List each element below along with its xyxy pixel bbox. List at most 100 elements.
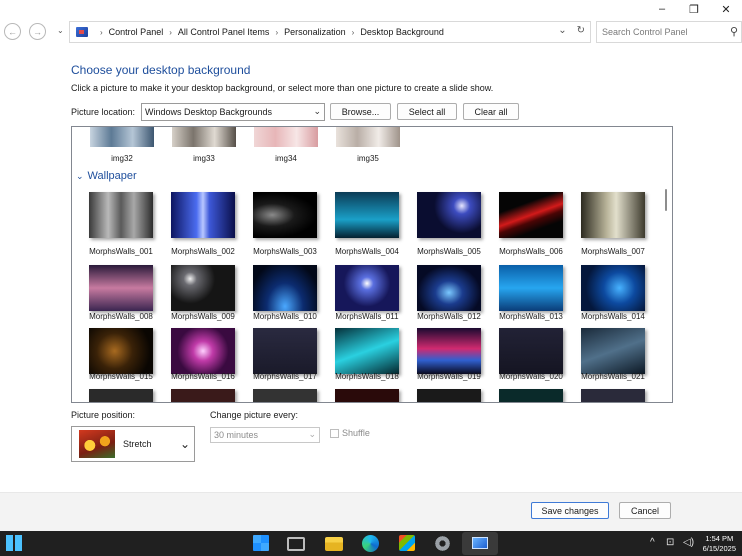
thumbnail-wallpaper[interactable]	[89, 389, 153, 402]
thumbnail-wallpaper[interactable]	[581, 265, 645, 311]
search-input[interactable]: Search Control Panel ⚲	[596, 21, 742, 43]
thumbnail-img34[interactable]	[254, 127, 318, 147]
close-button[interactable]: ✕	[710, 0, 742, 18]
chevron-down-icon: ⌄	[313, 106, 321, 116]
save-changes-button[interactable]: Save changes	[531, 502, 609, 519]
page-subtitle: Click a picture to make it your desktop …	[71, 83, 494, 93]
clock-time: 1:54 PM	[705, 534, 734, 543]
widgets-icon[interactable]	[6, 535, 22, 551]
thumbnail-label: MorphsWalls_004	[335, 247, 399, 256]
thumbnail-wallpaper[interactable]	[171, 328, 235, 374]
back-button[interactable]: ←	[4, 23, 21, 40]
flower-preview-icon	[79, 430, 115, 458]
chevron-down-icon: ⌄	[179, 437, 190, 451]
store-icon[interactable]	[399, 535, 415, 551]
thumbnail-wallpaper[interactable]	[171, 389, 235, 402]
thumbnail-wallpaper[interactable]	[253, 265, 317, 311]
change-interval-select[interactable]: 30 minutes ⌄	[210, 427, 320, 443]
breadcrumb-all-items[interactable]: All Control Panel Items	[178, 27, 270, 37]
thumbnail-wallpaper[interactable]	[417, 192, 481, 238]
minimize-button[interactable]: –	[646, 0, 678, 18]
recent-locations-button[interactable]: ⌄	[57, 26, 64, 35]
forward-button[interactable]: →	[29, 23, 46, 40]
thumbnail-label: MorphsWalls_002	[171, 247, 235, 256]
thumbnail-wallpaper[interactable]	[89, 328, 153, 374]
address-dropdown-icon[interactable]: ⌄	[558, 25, 566, 36]
thumbnail-label: MorphsWalls_017	[253, 372, 317, 381]
picture-position-select[interactable]: Stretch ⌄	[71, 426, 195, 462]
chevron-up-icon[interactable]: ^	[650, 537, 655, 548]
browse-button[interactable]: Browse...	[330, 103, 391, 120]
change-interval-value: 30 minutes	[214, 430, 259, 440]
thumbnail-img35[interactable]	[336, 127, 400, 147]
thumbnail-wallpaper[interactable]	[581, 328, 645, 374]
page-title: Choose your desktop background	[71, 63, 251, 77]
thumbnail-label: img33	[193, 154, 215, 163]
picture-list[interactable]: img32 img33 img34 img35 ⌄ Wallpaper Morp…	[71, 126, 673, 403]
thumbnail-wallpaper[interactable]	[417, 328, 481, 374]
picture-location-value: Windows Desktop Backgrounds	[145, 107, 273, 117]
picture-location-label: Picture location:	[71, 107, 136, 117]
thumbnail-wallpaper[interactable]	[581, 389, 645, 402]
thumbnail-label: MorphsWalls_006	[499, 247, 563, 256]
volume-icon[interactable]: ◁)	[683, 537, 694, 548]
breadcrumb: › Control Panel › All Control Panel Item…	[94, 27, 444, 37]
thumbnail-wallpaper[interactable]	[499, 389, 563, 402]
network-icon[interactable]: ⊡	[666, 537, 674, 548]
chevron-down-icon: ⌄	[76, 170, 84, 181]
thumbnail-img33[interactable]	[172, 127, 236, 147]
breadcrumb-personalization[interactable]: Personalization	[284, 27, 346, 37]
thumbnail-wallpaper[interactable]	[171, 265, 235, 311]
thumbnail-wallpaper[interactable]	[335, 265, 399, 311]
address-tools: ⌄ ↻	[558, 25, 585, 36]
thumbnail-wallpaper[interactable]	[499, 328, 563, 374]
thumbnail-wallpaper[interactable]	[253, 192, 317, 238]
thumbnail-label: MorphsWalls_010	[253, 312, 317, 321]
picture-position-label: Picture position:	[71, 410, 136, 420]
settings-gear-icon[interactable]	[434, 535, 451, 552]
thumbnail-wallpaper[interactable]	[581, 192, 645, 238]
thumbnail-wallpaper[interactable]	[171, 192, 235, 238]
thumbnail-img32[interactable]	[90, 127, 154, 147]
refresh-icon[interactable]: ↻	[577, 25, 585, 36]
thumbnail-wallpaper[interactable]	[89, 192, 153, 238]
thumbnail-wallpaper[interactable]	[335, 328, 399, 374]
clear-all-button[interactable]: Clear all	[463, 103, 519, 120]
file-explorer-icon[interactable]	[325, 537, 343, 551]
thumbnail-wallpaper[interactable]	[253, 389, 317, 402]
search-icon[interactable]: ⚲	[730, 25, 738, 38]
maximize-button[interactable]: ❐	[678, 0, 710, 18]
thumbnail-wallpaper[interactable]	[499, 265, 563, 311]
thumbnail-wallpaper[interactable]	[499, 192, 563, 238]
scrollbar-thumb[interactable]	[665, 189, 667, 211]
address-bar[interactable]: › Control Panel › All Control Panel Item…	[69, 21, 591, 43]
group-header-wallpaper[interactable]: ⌄ Wallpaper	[76, 170, 137, 182]
thumbnail-label: MorphsWalls_007	[581, 247, 645, 256]
picture-location-select[interactable]: Windows Desktop Backgrounds ⌄	[141, 103, 325, 121]
thumbnail-label: img32	[111, 154, 133, 163]
taskbar-clock[interactable]: 1:54 PM 6/15/2025	[703, 534, 736, 554]
shuffle-checkbox[interactable]: Shuffle	[330, 428, 370, 438]
breadcrumb-control-panel[interactable]: Control Panel	[109, 27, 164, 37]
chevron-right-icon: ›	[169, 27, 172, 37]
thumbnail-wallpaper[interactable]	[89, 265, 153, 311]
thumbnail-label: MorphsWalls_001	[89, 247, 153, 256]
thumbnail-label: MorphsWalls_009	[171, 312, 235, 321]
thumbnail-wallpaper[interactable]	[417, 265, 481, 311]
checkbox-box[interactable]	[330, 428, 339, 438]
thumbnail-wallpaper[interactable]	[253, 328, 317, 374]
task-view-icon[interactable]	[287, 537, 305, 551]
select-all-button[interactable]: Select all	[397, 103, 457, 120]
thumbnail-label: MorphsWalls_012	[417, 312, 481, 321]
start-icon[interactable]	[253, 535, 269, 551]
chevron-down-icon: ⌄	[308, 429, 316, 439]
thumbnail-wallpaper[interactable]	[335, 389, 399, 402]
thumbnail-label: MorphsWalls_008	[89, 312, 153, 321]
thumbnail-wallpaper[interactable]	[417, 389, 481, 402]
edge-icon[interactable]	[362, 535, 379, 552]
thumbnail-wallpaper[interactable]	[335, 192, 399, 238]
breadcrumb-desktop-background[interactable]: Desktop Background	[360, 27, 444, 37]
chevron-right-icon: ›	[100, 27, 103, 37]
control-panel-icon	[76, 27, 88, 37]
cancel-button[interactable]: Cancel	[619, 502, 671, 519]
